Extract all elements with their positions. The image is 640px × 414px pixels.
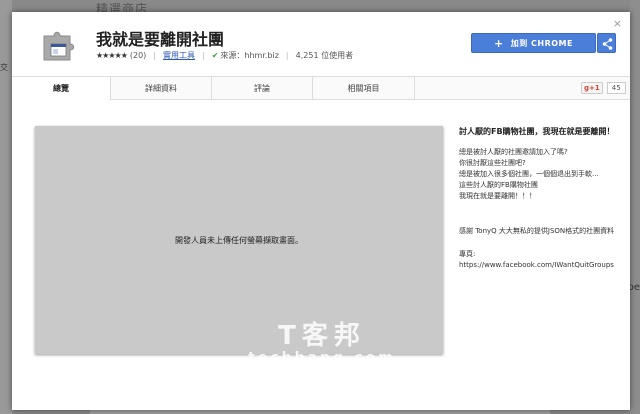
watermark: T客邦 techbang.com <box>247 322 397 366</box>
description-panel: 討人厭的FB購物社團，我現在就是要離開！ 總是被討人厭的社團邀請加入了嗎? 你很… <box>459 126 619 283</box>
homepage-label: 專頁: <box>459 250 476 258</box>
tab-reviews[interactable]: 評論 <box>212 77 313 100</box>
source-label: 來源： <box>220 51 245 60</box>
verified-check-icon: ✔ <box>211 51 219 60</box>
rating-stars: ★★★★★ <box>96 51 128 60</box>
separator: | <box>285 51 289 60</box>
separator: | <box>201 51 205 60</box>
homepage-url[interactable]: https://www.facebook.com/IWantQuitGroups <box>459 260 619 271</box>
extension-title: 我就是要離開社團 <box>96 30 225 49</box>
tab-overview[interactable]: 總覽 <box>12 77 111 101</box>
description-line: 你很討厭這些社團吧? <box>459 159 526 167</box>
screenshot-area: 開發人員未上傳任何螢幕擷取畫面。 <box>35 126 443 354</box>
gplus-widget: g+1 45 <box>581 82 626 94</box>
description-line: 這些討人厭的FB購物社團 <box>459 181 538 189</box>
gplus-label: +1 <box>589 84 600 92</box>
add-to-chrome-label: 加到 CHROME <box>510 38 573 48</box>
category-link[interactable]: 實用工具 <box>163 50 195 61</box>
user-count: 4,251 位使用者 <box>295 51 354 60</box>
plus-icon: + <box>494 36 504 50</box>
share-button[interactable] <box>597 33 616 53</box>
background-left-panel: 交 <box>0 0 12 414</box>
watermark-logo: T客邦 <box>278 321 366 351</box>
source-domain[interactable]: hhmr.biz <box>244 51 279 60</box>
separator: | <box>153 51 156 60</box>
description-headline: 討人厭的FB購物社團，我現在就是要離開！ <box>459 127 615 136</box>
rating-count[interactable]: (20) <box>130 51 146 60</box>
close-icon[interactable]: × <box>613 17 622 30</box>
background-left-text: 交 <box>0 63 8 72</box>
watermark-domain: techbang.com <box>248 350 396 366</box>
extension-meta: ★★★★★ (20) | 實用工具 | ✔ 來源： hhmr.biz | 4,2… <box>96 50 353 61</box>
description-line: 我現在就是要離開！！！ <box>459 192 536 200</box>
tab-details[interactable]: 詳細資料 <box>111 77 212 100</box>
thanks-text: 感謝 TonyQ 大大無私的提供JSON格式的社團資料 <box>459 227 615 235</box>
background-right-panel <box>630 0 640 414</box>
add-to-chrome-button[interactable]: + 加到 CHROME <box>471 33 596 53</box>
tab-bar: 總覽 詳細資料 評論 相關項目 <box>12 76 630 101</box>
no-screenshot-message: 開發人員未上傳任何螢幕擷取畫面。 <box>175 235 303 245</box>
description-line: 總是被討人厭的社團邀請加入了嗎? <box>459 148 568 156</box>
puzzle-piece-icon <box>38 26 82 66</box>
gplus-count: 45 <box>606 82 626 94</box>
description-line: 總是被加入很多個社團，一個個退出到手軟... <box>459 170 599 178</box>
share-icon <box>602 38 613 50</box>
gplus-button[interactable]: g+1 <box>581 82 603 94</box>
tab-related[interactable]: 相關項目 <box>313 77 415 100</box>
